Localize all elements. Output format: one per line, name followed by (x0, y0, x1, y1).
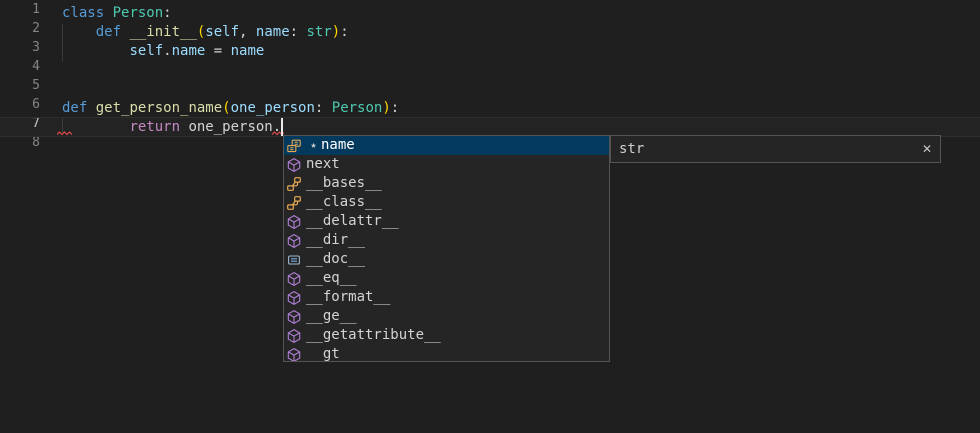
code-editor: 12345678 class Person: def __init__(self… (0, 0, 980, 433)
suggestion-item[interactable]: __ge__ (284, 307, 609, 326)
symbol-method-icon (286, 347, 302, 363)
suggestion-label: __gt__ (306, 345, 357, 362)
code-line[interactable]: class Person: (62, 4, 399, 23)
suggest-details-panel: str ✕ (610, 135, 941, 163)
text-cursor (281, 118, 283, 136)
symbol-method-icon (286, 157, 302, 173)
code-line[interactable] (62, 61, 399, 80)
suggestion-label: __class__ (306, 193, 382, 212)
symbol-method-icon (286, 328, 302, 344)
suggestion-label: next (306, 155, 340, 174)
suggestion-label: __format__ (306, 288, 390, 307)
line-number: 2 (0, 19, 40, 38)
suggestion-item[interactable]: __getattribute__ (284, 326, 609, 345)
suggest-widget: ★namenext__bases____class____delattr____… (283, 135, 610, 362)
line-number: 1 (0, 0, 40, 19)
suggestion-item[interactable]: __bases__ (284, 174, 609, 193)
line-number: 3 (0, 38, 40, 57)
suggestion-label: __dir__ (306, 231, 365, 250)
suggest-detail-text: str (619, 141, 644, 157)
code-line[interactable]: self.name = name (62, 42, 399, 61)
suggestion-item[interactable]: ★name (284, 136, 609, 155)
suggestion-label: name (321, 136, 355, 155)
suggestion-label: __bases__ (306, 174, 382, 193)
suggestion-label: __delattr__ (306, 212, 399, 231)
symbol-method-icon (286, 214, 302, 230)
suggestion-item[interactable]: __doc__ (284, 250, 609, 269)
line-number: 4 (0, 57, 40, 76)
preselect-star-icon: ★ (306, 140, 321, 151)
code-line[interactable]: def __init__(self, name: str): (62, 23, 399, 42)
line-number: 5 (0, 76, 40, 95)
suggestion-label: __doc__ (306, 250, 365, 269)
symbol-field-icon (286, 138, 302, 154)
suggestion-label: __getattribute__ (306, 326, 441, 345)
symbol-method-icon (286, 271, 302, 287)
error-squiggle (57, 131, 72, 136)
code-line[interactable]: def get_person_name(one_person: Person): (62, 99, 399, 118)
suggestion-item[interactable]: __format__ (284, 288, 609, 307)
symbol-class-icon (286, 195, 302, 211)
symbol-method-icon (286, 233, 302, 249)
suggestion-item[interactable]: __gt__ (284, 345, 609, 362)
symbol-class-icon (286, 176, 302, 192)
current-line-highlight (0, 117, 980, 137)
code-line[interactable] (62, 80, 399, 99)
suggestion-item[interactable]: __class__ (284, 193, 609, 212)
close-icon[interactable]: ✕ (922, 142, 932, 156)
suggestion-item[interactable]: __delattr__ (284, 212, 609, 231)
symbol-method-icon (286, 309, 302, 325)
suggestion-label: __ge__ (306, 307, 357, 326)
suggestion-item[interactable]: __dir__ (284, 231, 609, 250)
symbol-method-icon (286, 290, 302, 306)
line-number: 6 (0, 95, 40, 114)
symbol-constant-icon (286, 252, 302, 268)
suggestion-item[interactable]: __eq__ (284, 269, 609, 288)
suggestion-item[interactable]: next (284, 155, 609, 174)
suggestion-label: __eq__ (306, 269, 357, 288)
